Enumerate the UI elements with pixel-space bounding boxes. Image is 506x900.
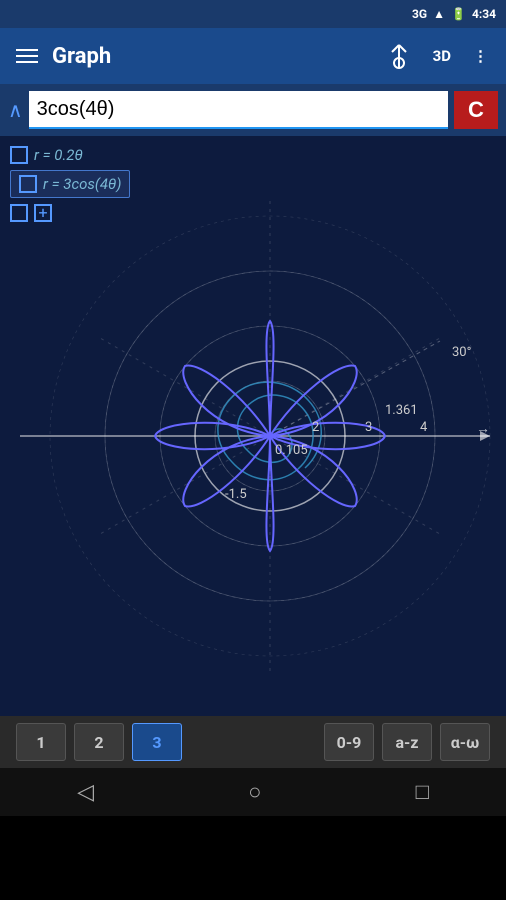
label-1361: 1.361 bbox=[385, 403, 418, 418]
back-button[interactable]: ◁ bbox=[57, 772, 114, 813]
equation-row-1: r = 0.2θ bbox=[10, 146, 130, 164]
recents-button[interactable]: □ bbox=[396, 771, 449, 813]
app-title: Graph bbox=[52, 44, 371, 69]
menu-button[interactable] bbox=[12, 45, 42, 67]
eq2-label: r = 3cos(4θ) bbox=[43, 175, 121, 193]
equation-row-2: r = 3cos(4θ) bbox=[10, 170, 130, 198]
tab-1[interactable]: 1 bbox=[16, 723, 66, 761]
nav-bar: ◁ ○ □ bbox=[0, 768, 506, 816]
cursor-tool-icon[interactable] bbox=[381, 38, 417, 74]
more-button[interactable]: ⋮ bbox=[467, 43, 494, 69]
signal-icon: ▲ bbox=[433, 7, 445, 21]
tab-3[interactable]: 3 bbox=[132, 723, 182, 761]
label-neg15: -1.5 bbox=[225, 487, 247, 502]
battery-icon: 🔋 bbox=[451, 7, 466, 21]
tab-az[interactable]: a-z bbox=[382, 723, 432, 761]
clear-button[interactable]: C bbox=[454, 91, 498, 129]
toolbar: Graph 3D ⋮ bbox=[0, 28, 506, 84]
label-2: 2 bbox=[312, 420, 319, 435]
status-bar: 3G ▲ 🔋 4:34 bbox=[0, 0, 506, 28]
clock: 4:34 bbox=[472, 7, 496, 21]
label-30deg: 30° bbox=[452, 345, 472, 360]
tab-09[interactable]: 0-9 bbox=[324, 723, 374, 761]
add-equation-button[interactable]: + bbox=[34, 204, 52, 222]
equations-panel: r = 0.2θ r = 3cos(4θ) + bbox=[10, 146, 130, 222]
add-equation-row: + bbox=[10, 204, 130, 222]
add-eq-checkbox[interactable] bbox=[10, 204, 28, 222]
chevron-up-icon[interactable]: ∧ bbox=[8, 98, 23, 122]
eq2-checkbox[interactable] bbox=[19, 175, 37, 193]
tab-2[interactable]: 2 bbox=[74, 723, 124, 761]
axis-arrow-label: → bbox=[476, 421, 490, 437]
label-3: 3 bbox=[365, 420, 372, 435]
label-origin: 0.105 bbox=[275, 443, 308, 458]
polar-graph: 4 3 2 0.105 1.361 -1.5 30° → bbox=[0, 136, 506, 716]
home-button[interactable]: ○ bbox=[228, 771, 281, 813]
eq1-checkbox[interactable] bbox=[10, 146, 28, 164]
formula-input[interactable] bbox=[29, 91, 448, 129]
eq1-label: r = 0.2θ bbox=[34, 146, 83, 164]
keyboard-tabs: 1 2 3 0-9 a-z α-ω bbox=[0, 716, 506, 768]
input-row: ∧ C bbox=[0, 84, 506, 136]
network-indicator: 3G bbox=[412, 7, 427, 21]
graph-area[interactable]: r = 0.2θ r = 3cos(4θ) + bbox=[0, 136, 506, 716]
plus-icon: + bbox=[38, 205, 47, 221]
3d-button[interactable]: 3D bbox=[427, 43, 457, 69]
label-4: 4 bbox=[420, 420, 428, 435]
tab-aomega[interactable]: α-ω bbox=[440, 723, 490, 761]
